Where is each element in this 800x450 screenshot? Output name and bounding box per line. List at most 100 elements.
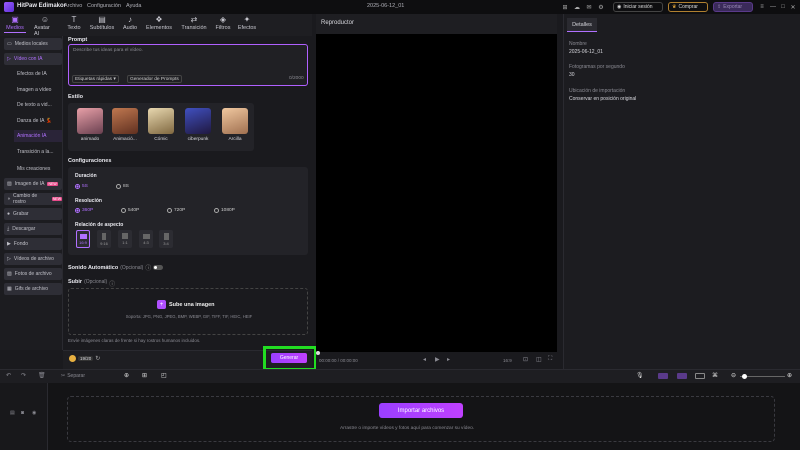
mic-icon[interactable]: 🎙	[636, 372, 644, 379]
zoom-in-icon[interactable]: ⊕	[787, 372, 792, 379]
tool-medios[interactable]: ▣ Medios	[4, 15, 26, 33]
sidebar-sub-mis-creaciones[interactable]: Mis creaciones	[14, 163, 62, 175]
sidebar-item-fotos-archivo[interactable]: ▨ Fotos de archivo	[4, 268, 62, 280]
play-icon[interactable]: ▶	[435, 356, 440, 363]
sidebar-item-medios-locales[interactable]: ▭ Medios locales	[4, 38, 62, 50]
tool-subtitulos[interactable]: ▤ Subtítulos	[90, 15, 114, 31]
aspect-4-3[interactable]: 4:3	[139, 230, 153, 248]
resolution-label: Resolución	[75, 198, 102, 204]
snapshot-icon[interactable]: ⊡	[523, 356, 528, 363]
zoom-slider-handle[interactable]	[742, 374, 747, 379]
ratio-icon	[102, 232, 106, 240]
tool-texto[interactable]: T Texto	[63, 15, 85, 31]
ai-tool-icon[interactable]: ⌘	[712, 372, 718, 379]
aspect-3-4[interactable]: 3:4	[159, 230, 173, 248]
resolution-1080p[interactable]: 1080P	[214, 208, 235, 213]
tool-label: Elementos	[146, 25, 172, 31]
snap-toggle-icon[interactable]	[658, 373, 668, 379]
track-lock-icon[interactable]: ◙	[21, 410, 24, 416]
tool-avatar-ai[interactable]: ☺ Avatar AI	[34, 15, 56, 37]
next-frame-icon[interactable]: ▸	[447, 356, 450, 363]
settings-icon[interactable]: ⚙	[596, 2, 606, 12]
subtitle-track-icon[interactable]	[695, 373, 705, 379]
export-button[interactable]: ⇪ Exportar	[713, 2, 753, 12]
sidebar-item-fondo[interactable]: ▶ Fondo	[4, 238, 62, 250]
stock-photo-icon: ▨	[7, 271, 12, 277]
auto-sound-toggle[interactable]	[153, 265, 164, 270]
sidebar-sub-efectos-ia[interactable]: Efectos de IA	[14, 68, 62, 80]
tool-efectos[interactable]: ✦ Efectos	[236, 15, 258, 31]
menu-archivo[interactable]: Archivo	[64, 3, 82, 9]
link-toggle-icon[interactable]	[677, 373, 687, 379]
quick-tags-dropdown[interactable]: Etiquetas rápidas ▾	[72, 75, 119, 83]
tool-elementos[interactable]: ❖ Elementos	[146, 15, 172, 31]
sidebar-sub-transicion[interactable]: Transición a la...	[14, 146, 62, 158]
style-comic[interactable]: Cómic	[148, 108, 174, 142]
track-eye-icon[interactable]: ◉	[32, 410, 36, 416]
undo-icon[interactable]: ↶	[6, 372, 11, 379]
sidebar-item-videos-archivo[interactable]: ▷ Vídeos de archivo	[4, 253, 62, 265]
title-bar: HitPaw Edimakor Archivo Configuración Ay…	[0, 0, 800, 14]
cloud-icon[interactable]: ☁	[572, 2, 582, 12]
tool-transicion[interactable]: ⇄ Transición	[181, 15, 206, 31]
track-icon[interactable]: ▤	[10, 410, 15, 416]
resolution-720p[interactable]: 720P	[167, 208, 185, 213]
duration-5s[interactable]: 5S	[75, 184, 88, 189]
prev-frame-icon[interactable]: ◂	[423, 356, 426, 363]
window-menu-icon[interactable]: ≡	[757, 2, 767, 12]
style-animacion[interactable]: Animació...	[112, 108, 138, 142]
sidebar-item-descargar[interactable]: ⤓ Descargar	[4, 223, 62, 235]
aspect-16-9[interactable]: 16:9	[76, 230, 90, 248]
refresh-icon[interactable]: ↻	[95, 355, 100, 362]
crop-icon[interactable]: ⊞	[142, 372, 147, 379]
playhead-handle[interactable]	[316, 351, 320, 355]
upload-circle-icon[interactable]: ⊕	[124, 372, 129, 379]
style-ciberpunk[interactable]: ciberpunk	[185, 108, 211, 142]
delete-icon[interactable]: 🗑	[38, 372, 46, 379]
sidebar-item-video-ia[interactable]: ▷ Vídeo con IA	[4, 53, 62, 65]
gift-icon[interactable]: ⊞	[560, 2, 570, 12]
prompt-generator-button[interactable]: Generador de Prompts	[127, 75, 182, 83]
sidebar-sub-texto-video[interactable]: De texto a vid...	[14, 99, 62, 111]
upload-dropzone[interactable]	[68, 288, 308, 335]
tool-filtros[interactable]: ◈ Filtros	[212, 15, 234, 31]
sidebar-item-gifs-archivo[interactable]: ▦ Gifs de archivo	[4, 283, 62, 295]
buy-button[interactable]: ♛ Comprar	[668, 2, 708, 12]
mail-icon[interactable]: ✉	[584, 2, 594, 12]
sidebar-item-cambio-rostro[interactable]: ◑ Cambio de rostro NEW	[4, 193, 62, 205]
sidebar-item-grabar[interactable]: ● Grabar	[4, 208, 62, 220]
resolution-540p[interactable]: 540P	[121, 208, 139, 213]
fullscreen-icon[interactable]: ⛶	[548, 356, 552, 363]
volume-icon[interactable]: ◫	[536, 356, 542, 363]
tool-audio[interactable]: ♪ Audio	[119, 15, 141, 31]
player-ratio[interactable]: 16:9	[503, 358, 512, 363]
split-button[interactable]: ✂ Separar	[61, 373, 85, 379]
marker-icon[interactable]: ◰	[161, 372, 167, 379]
zoom-out-icon[interactable]: ⊖	[731, 372, 736, 379]
tab-detalles[interactable]: Detalles	[567, 18, 597, 32]
resolution-360p[interactable]: 360P	[75, 208, 93, 213]
menu-ayuda[interactable]: Ayuda	[126, 3, 142, 9]
prompt-textarea[interactable]: Describe tus ideas para el vídeo. Etique…	[68, 44, 308, 86]
redo-icon[interactable]: ↷	[21, 372, 26, 379]
style-arcilla[interactable]: Arcilla	[222, 108, 248, 142]
aspect-1-1[interactable]: 1:1	[118, 230, 132, 248]
sidebar-sub-imagen-video[interactable]: Imagen a vídeo	[14, 84, 62, 96]
aspect-9-16[interactable]: 9:16	[97, 230, 111, 248]
maximize-icon[interactable]: □	[778, 2, 788, 12]
upload-image-button[interactable]: + Sube una imagen	[157, 300, 215, 309]
tool-label: Medios	[6, 25, 24, 31]
duration-8s[interactable]: 8S	[116, 184, 129, 189]
menu-configuracion[interactable]: Configuración	[87, 3, 121, 9]
sidebar-item-imagen-ia[interactable]: ▨ Imagen de IA NEW	[4, 178, 62, 190]
sidebar-sub-animacion-ia[interactable]: Animación IA	[14, 130, 62, 142]
import-files-button[interactable]: Importar archivos	[379, 403, 463, 418]
generate-button[interactable]: Generar	[271, 353, 307, 363]
login-button[interactable]: ◉ Iniciar sesión	[613, 2, 663, 12]
video-preview[interactable]	[316, 34, 557, 352]
style-animado[interactable]: animado	[77, 108, 103, 142]
sidebar-sub-danza-ia[interactable]: Danza de IA 💃	[14, 115, 62, 127]
style-thumbnail	[112, 108, 138, 134]
close-icon[interactable]: ✕	[788, 2, 798, 12]
minimize-icon[interactable]: —	[768, 2, 778, 12]
